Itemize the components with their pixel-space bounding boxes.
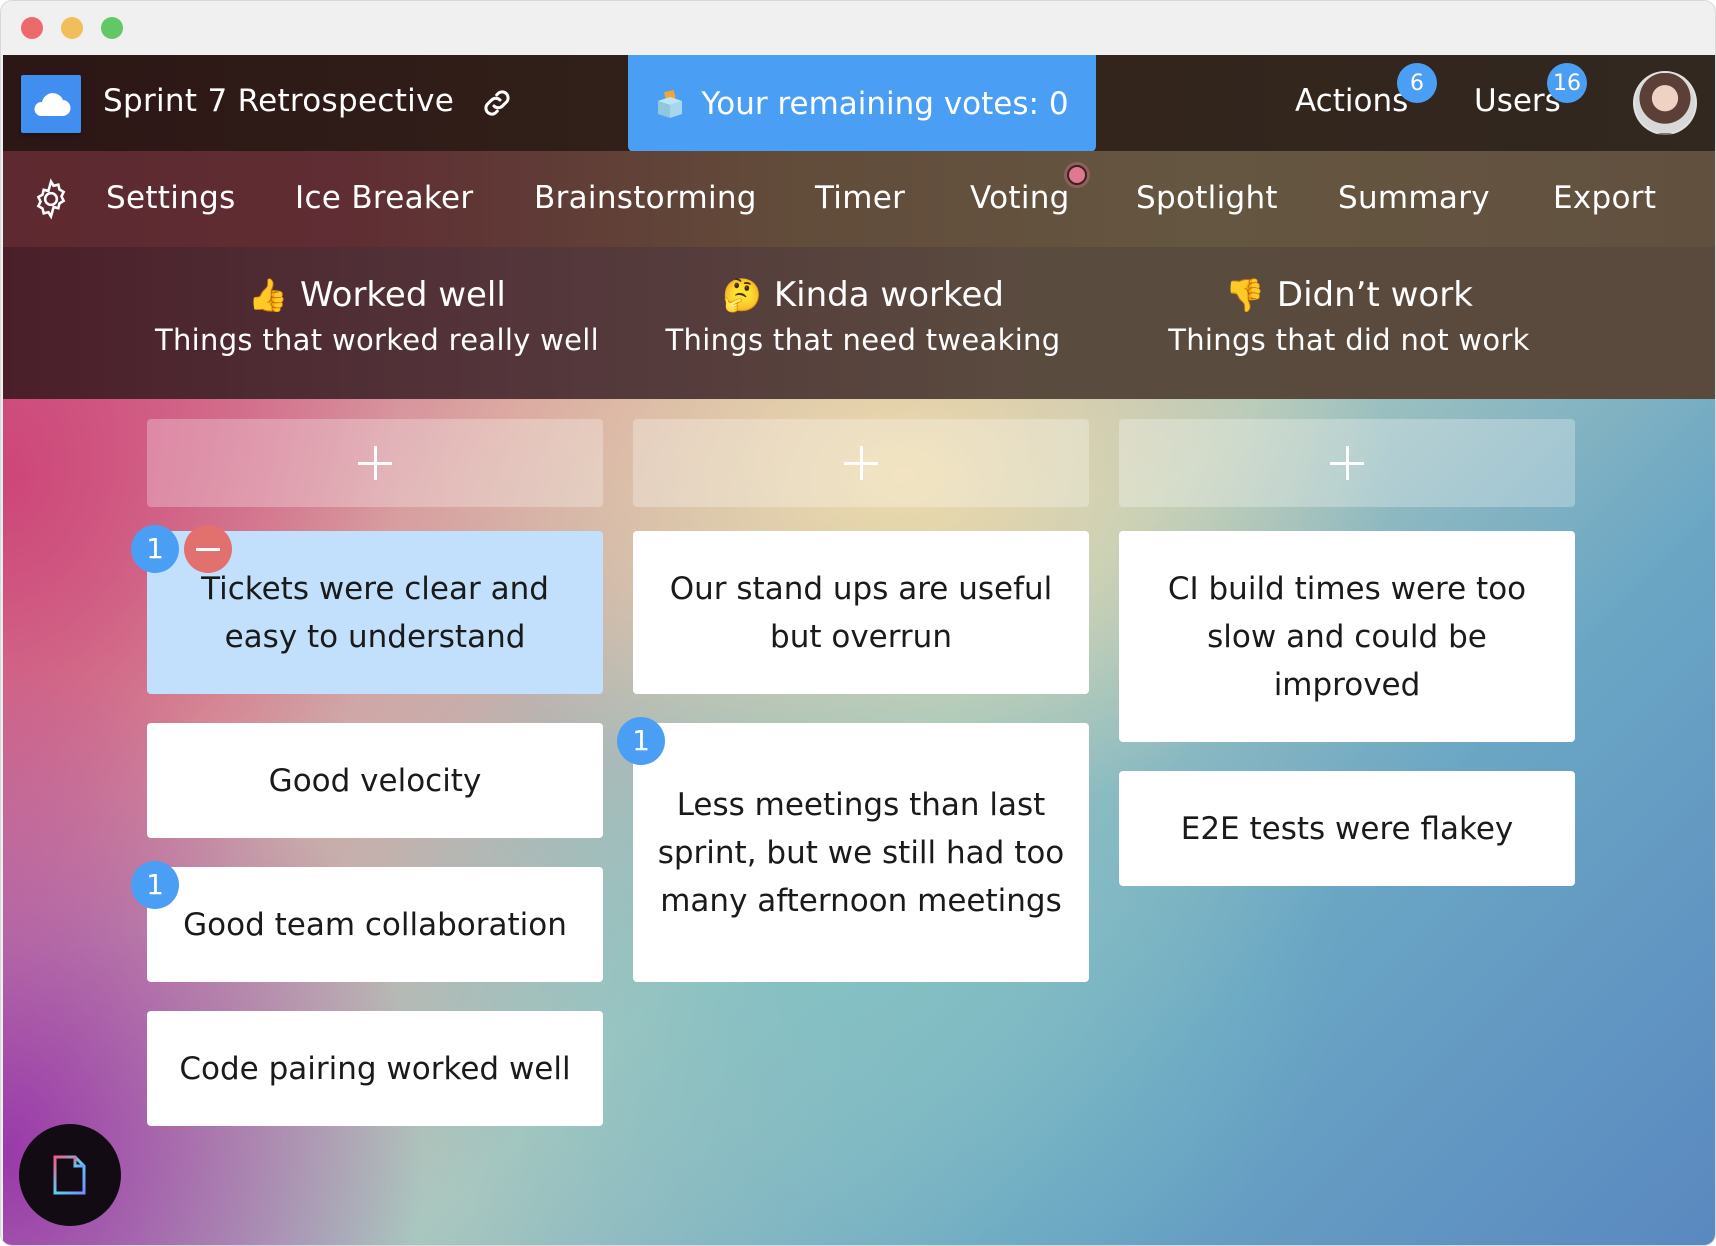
app-window: Sprint 7 Retrospective Your remaining vo… bbox=[0, 0, 1716, 1246]
card-text: Good velocity bbox=[268, 762, 482, 799]
add-card-button[interactable] bbox=[633, 419, 1089, 507]
ballot-box-icon bbox=[655, 89, 685, 119]
column-subtitle: Things that worked really well bbox=[154, 323, 600, 357]
copy-link-button[interactable] bbox=[479, 85, 515, 121]
column-title: Worked well bbox=[300, 275, 506, 315]
thumbs-down-icon: 👎 bbox=[1225, 276, 1265, 314]
column-subtitle: Things that did not work bbox=[1168, 323, 1530, 357]
board-title[interactable]: Sprint 7 Retrospective bbox=[103, 83, 454, 119]
add-card-button[interactable] bbox=[147, 419, 603, 507]
link-icon bbox=[484, 90, 510, 116]
column-worked-well: Tickets were clear and easy to understan… bbox=[131, 419, 603, 1126]
floating-document-button[interactable] bbox=[19, 1124, 121, 1226]
document-icon bbox=[53, 1155, 86, 1195]
zoom-window-button[interactable] bbox=[101, 17, 123, 39]
card-text: Good team collaboration bbox=[183, 906, 567, 943]
column-kinda-worked: Our stand ups are useful but overrun Les… bbox=[617, 419, 1089, 982]
voting-active-indicator bbox=[1067, 165, 1087, 185]
card-text: E2E tests were flakey bbox=[1180, 810, 1514, 847]
window-titlebar bbox=[1, 1, 1715, 55]
close-window-button[interactable] bbox=[21, 17, 43, 39]
nav-voting[interactable]: Voting bbox=[970, 180, 1070, 216]
plus-icon bbox=[1330, 446, 1364, 480]
column-header-worked-well: 👍 Worked well Things that worked really … bbox=[137, 275, 617, 357]
nav-settings[interactable]: Settings bbox=[106, 180, 236, 216]
remaining-votes-banner: Your remaining votes: 0 bbox=[628, 55, 1096, 152]
card[interactable]: CI build times were too slow and could b… bbox=[1119, 531, 1575, 742]
card[interactable]: Tickets were clear and easy to understan… bbox=[131, 525, 603, 694]
nav-brainstorming[interactable]: Brainstorming bbox=[534, 180, 757, 216]
card[interactable]: Good velocity bbox=[147, 723, 603, 838]
vote-count-badge: 1 bbox=[131, 861, 179, 909]
plus-icon bbox=[844, 446, 878, 480]
vote-count-badge: 1 bbox=[131, 525, 179, 573]
column-title: Kinda worked bbox=[773, 275, 1004, 315]
card[interactable]: Our stand ups are useful but overrun bbox=[633, 531, 1089, 694]
column-title: Didn’t work bbox=[1276, 275, 1473, 315]
phase-navigation: Settings Ice Breaker Brainstorming Timer… bbox=[3, 151, 1715, 247]
card[interactable]: Less meetings than last sprint, but we s… bbox=[617, 717, 1089, 982]
card-text: CI build times were too slow and could b… bbox=[1167, 570, 1527, 703]
vote-count-badge: 1 bbox=[617, 717, 665, 765]
thumbs-up-icon: 👍 bbox=[248, 276, 289, 314]
column-header-kinda-worked: 🤔 Kinda worked Things that need tweaking bbox=[623, 275, 1103, 357]
nav-summary[interactable]: Summary bbox=[1338, 180, 1490, 216]
remaining-votes-label: Your remaining votes: 0 bbox=[701, 85, 1069, 122]
actions-count-badge: 6 bbox=[1397, 63, 1437, 103]
card[interactable]: Good team collaboration 1 bbox=[131, 861, 603, 982]
thinking-face-icon: 🤔 bbox=[722, 276, 762, 314]
card-text: Less meetings than last sprint, but we s… bbox=[657, 786, 1065, 919]
actions-button[interactable]: Actions bbox=[1295, 83, 1408, 119]
card-text: Our stand ups are useful but overrun bbox=[669, 570, 1053, 655]
card-text: Code pairing worked well bbox=[179, 1050, 571, 1087]
nav-spotlight[interactable]: Spotlight bbox=[1136, 180, 1278, 216]
cloud-icon bbox=[34, 93, 71, 117]
column-headers: 👍 Worked well Things that worked really … bbox=[3, 247, 1715, 399]
app-logo[interactable] bbox=[21, 75, 81, 133]
add-card-button[interactable] bbox=[1119, 419, 1575, 507]
user-avatar[interactable] bbox=[1633, 71, 1697, 135]
nav-timer[interactable]: Timer bbox=[815, 180, 905, 216]
column-didnt-work: CI build times were too slow and could b… bbox=[1119, 419, 1575, 886]
column-subtitle: Things that need tweaking bbox=[665, 323, 1061, 357]
top-header: Sprint 7 Retrospective Your remaining vo… bbox=[3, 55, 1715, 152]
card-text: Tickets were clear and easy to understan… bbox=[201, 570, 549, 655]
remove-vote-button[interactable] bbox=[184, 525, 232, 573]
retro-board-app: Sprint 7 Retrospective Your remaining vo… bbox=[3, 55, 1715, 1245]
minimize-window-button[interactable] bbox=[61, 17, 83, 39]
column-header-didnt-work: 👎 Didn’t work Things that did not work bbox=[1109, 275, 1589, 357]
card[interactable]: Code pairing worked well bbox=[147, 1011, 603, 1126]
nav-export[interactable]: Export bbox=[1553, 180, 1656, 216]
gear-icon[interactable] bbox=[29, 177, 73, 221]
card[interactable]: E2E tests were flakey bbox=[1119, 771, 1575, 886]
users-count-badge: 16 bbox=[1547, 63, 1587, 103]
nav-ice-breaker[interactable]: Ice Breaker bbox=[295, 180, 473, 216]
plus-icon bbox=[358, 446, 392, 480]
